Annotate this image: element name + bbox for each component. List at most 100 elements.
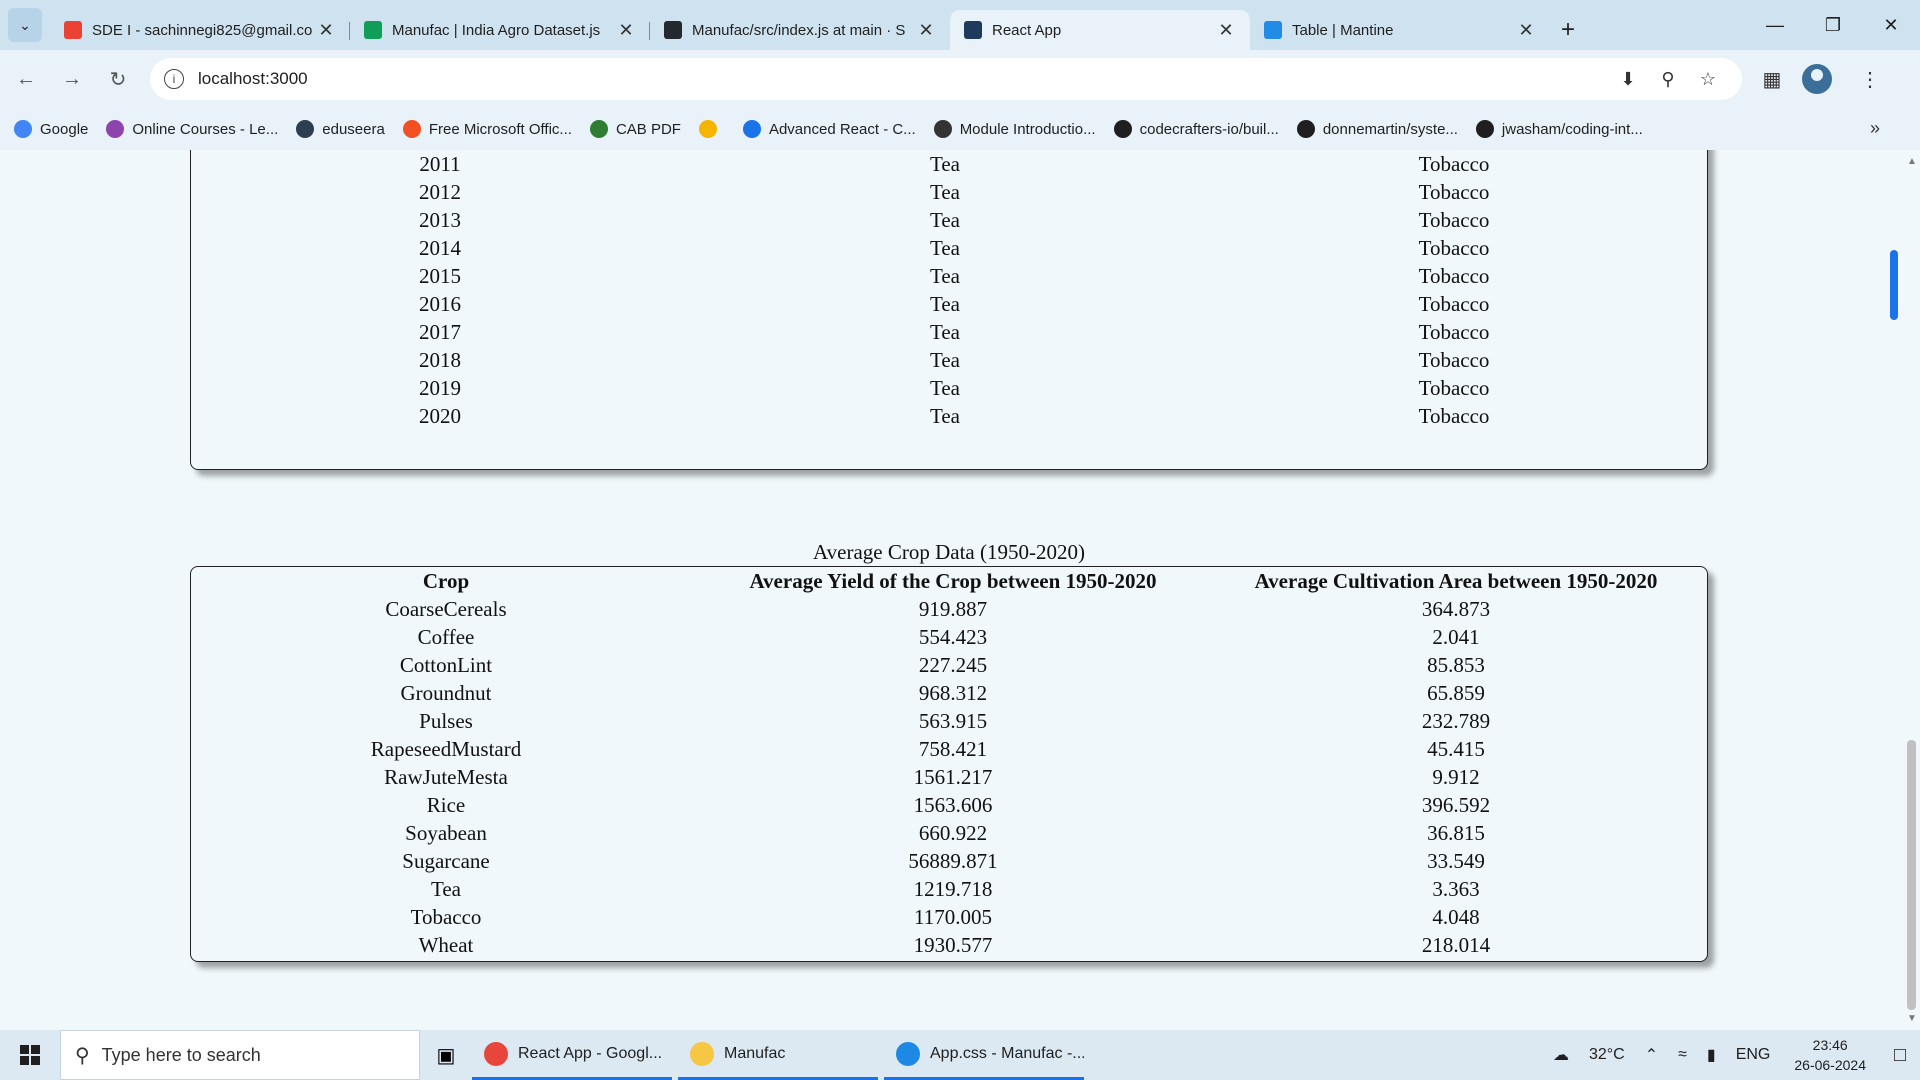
cell-year: 2018 — [419, 348, 461, 372]
omnibox[interactable]: i localhost:3000 ⬇ ⚲ ☆ — [150, 58, 1742, 100]
browser-tab[interactable]: Manufac/src/index.js at main · S ✕ — [650, 10, 950, 50]
mantine-icon — [1264, 21, 1282, 39]
taskbar-search-placeholder: Type here to search — [101, 1044, 261, 1065]
browser-tab[interactable]: Manufac | India Agro Dataset.js ✕ — [350, 10, 650, 50]
bookmark-favicon-icon — [1113, 120, 1132, 138]
table-row: 2017 Tea Tobacco — [191, 318, 1707, 346]
table-row: Pulses 563.915 232.789 — [191, 707, 1707, 735]
browser-tab[interactable]: React App ✕ — [950, 10, 1250, 50]
bookmark-item[interactable]: Free Microsoft Offic... — [402, 120, 572, 138]
table-row: 2015 Tea Tobacco — [191, 262, 1707, 290]
close-window-button[interactable]: ✕ — [1862, 0, 1920, 50]
taskbar-search-box[interactable]: ⚲ Type here to search — [60, 1030, 420, 1080]
back-button[interactable]: ← — [6, 59, 46, 99]
browser-tab[interactable]: Table | Mantine ✕ — [1250, 10, 1550, 50]
table-row: Tobacco 1170.005 4.048 — [191, 903, 1707, 931]
bookmark-item[interactable]: jwasham/coding-int... — [1475, 120, 1643, 138]
task-view-icon[interactable]: ▣ — [420, 1030, 472, 1080]
react-icon — [964, 21, 982, 39]
browser-menu-icon[interactable]: ⋮ — [1848, 59, 1892, 99]
cell-crop: Coffee — [417, 625, 475, 649]
close-tab-icon[interactable]: ✕ — [1516, 20, 1536, 41]
taskbar-app-button[interactable]: React App - Googl... — [472, 1030, 672, 1080]
bookmark-item[interactable]: Module Introductio... — [933, 120, 1096, 138]
table-row: CoarseCereals 919.887 364.873 — [191, 595, 1707, 623]
weather-icon[interactable]: ☁ — [1553, 1045, 1569, 1065]
tab-title: Manufac/src/index.js at main · S — [692, 21, 906, 39]
bookmark-item[interactable]: Online Courses - Le... — [106, 120, 278, 138]
bookmark-star-icon[interactable]: ☆ — [1688, 69, 1728, 90]
notifications-icon[interactable]: □ — [1880, 1044, 1920, 1067]
tab-search-button[interactable]: ⌄ — [8, 8, 42, 42]
table-row: 2016 Tea Tobacco — [191, 290, 1707, 318]
scrollbar-thumb[interactable] — [1907, 740, 1916, 1010]
forward-button[interactable]: → — [52, 59, 92, 99]
bookmark-item[interactable]: codecrafters-io/buil... — [1113, 120, 1279, 138]
windows-logo-icon — [20, 1045, 40, 1065]
bookmark-label: Module Introductio... — [959, 120, 1096, 138]
cell-min-crop: Tobacco — [1418, 208, 1490, 232]
start-button[interactable] — [0, 1030, 60, 1080]
close-tab-icon[interactable]: ✕ — [916, 20, 936, 41]
tray-overflow-icon[interactable]: ⌃ — [1645, 1045, 1658, 1065]
zoom-icon[interactable]: ⚲ — [1648, 69, 1688, 90]
restore-button[interactable]: ❐ — [1804, 0, 1862, 50]
cell-area: 9.912 — [1432, 765, 1480, 789]
clock[interactable]: 23:46 26-06-2024 — [1794, 1035, 1866, 1075]
taskbar-app-button[interactable]: App.css - Manufac -... — [884, 1030, 1084, 1080]
taskbar-app-button[interactable]: Manufac — [678, 1030, 878, 1080]
page-viewport: 2010TeaTobacco2011TeaTobacco2012TeaTobac… — [0, 150, 1902, 1030]
cell-year: 2014 — [419, 236, 461, 260]
scroll-down-arrow-icon[interactable]: ▼ — [1907, 1013, 1917, 1024]
average-crop-table-card: Crop Average Yield of the Crop between 1… — [190, 566, 1708, 962]
table-row: RapeseedMustard 758.421 45.415 — [191, 735, 1707, 763]
install-app-icon[interactable]: ⬇ — [1608, 69, 1648, 90]
table-row: 2019 Tea Tobacco — [191, 374, 1707, 402]
bookmark-label: codecrafters-io/buil... — [1139, 120, 1279, 138]
reload-button[interactable]: ↻ — [98, 59, 138, 99]
table-row: 2011 Tea Tobacco — [191, 150, 1707, 178]
bookmark-item[interactable]: Google — [14, 120, 88, 138]
header-average-area: Average Cultivation Area between 1950-20… — [1254, 569, 1658, 593]
close-tab-icon[interactable]: ✕ — [1216, 20, 1236, 41]
bookmark-item[interactable]: Advanced React - C... — [742, 120, 916, 138]
cell-min-crop: Tobacco — [1418, 348, 1490, 372]
bookmark-item[interactable]: CAB PDF — [589, 120, 681, 138]
bookmark-item[interactable]: donnemartin/syste... — [1296, 120, 1458, 138]
cell-yield: 1563.606 — [913, 793, 993, 817]
minimize-button[interactable]: — — [1746, 0, 1804, 50]
cell-area: 3.363 — [1432, 877, 1480, 901]
table-row: 2012 Tea Tobacco — [191, 178, 1707, 206]
more-bookmarks-icon[interactable]: » — [1870, 118, 1880, 139]
scroll-up-arrow-icon[interactable]: ▲ — [1907, 156, 1917, 167]
side-panel-indicator[interactable] — [1890, 250, 1898, 320]
close-tab-icon[interactable]: ✕ — [316, 20, 336, 41]
cell-yield: 1930.577 — [913, 933, 993, 957]
taskbar-app-label: Manufac — [724, 1044, 786, 1062]
language-indicator[interactable]: ENG — [1736, 1046, 1771, 1064]
cell-yield: 758.421 — [918, 737, 988, 761]
profile-avatar[interactable] — [1802, 64, 1832, 94]
clock-date: 26-06-2024 — [1794, 1057, 1866, 1073]
battery-icon[interactable]: ▮ — [1707, 1045, 1716, 1065]
network-icon[interactable]: ≈ — [1678, 1046, 1687, 1064]
cell-crop: Groundnut — [400, 681, 492, 705]
cell-crop: Tobacco — [410, 905, 482, 929]
extensions-icon[interactable]: ▦ — [1750, 59, 1794, 99]
github-icon — [664, 21, 682, 39]
system-tray: ☁ 32°C ⌃ ≈ ▮ ENG 23:46 26-06-2024 □ — [1543, 1030, 1920, 1080]
new-tab-button[interactable]: + — [1550, 10, 1586, 50]
cell-area: 2.041 — [1432, 625, 1480, 649]
cell-min-crop: Tobacco — [1418, 180, 1490, 204]
browser-tab[interactable]: SDE I - sachinnegi825@gmail.co ✕ — [50, 10, 350, 50]
weather-temperature[interactable]: 32°C — [1589, 1046, 1625, 1064]
close-tab-icon[interactable]: ✕ — [616, 20, 636, 41]
tab-strip: SDE I - sachinnegi825@gmail.co ✕ Manufac |… — [50, 10, 1550, 50]
table-row: 2018 Tea Tobacco — [191, 346, 1707, 374]
url-text[interactable]: localhost:3000 — [198, 69, 1608, 89]
bookmark-item[interactable] — [698, 120, 725, 138]
bookmark-item[interactable]: eduseera — [296, 120, 385, 138]
taskbar-apps: React App - Googl... Manufac App.css - Man… — [472, 1030, 1090, 1080]
page-scrollbar[interactable]: ▲ ▼ — [1902, 150, 1920, 1030]
site-info-icon[interactable]: i — [164, 69, 184, 89]
